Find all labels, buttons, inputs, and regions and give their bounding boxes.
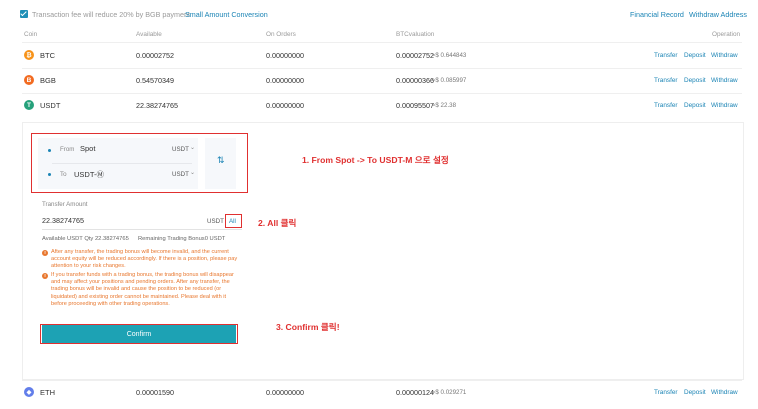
top-bar: Transaction fee will reduce 20% by BGB p… (0, 0, 758, 28)
annotation-box-step1 (31, 133, 248, 193)
available-value: 0.54570349 (136, 76, 174, 85)
coin-name: USDT (40, 101, 61, 110)
amount-unit: USDT (207, 218, 224, 225)
btc-value: 0.00000366 (396, 76, 434, 85)
available-value: 0.00001590 (136, 388, 174, 397)
btc-value: 0.00000124 (396, 388, 434, 397)
withdraw-link[interactable]: Withdraw (711, 102, 738, 109)
fee-checkbox[interactable] (20, 10, 28, 18)
annotation-box-step2 (225, 214, 242, 228)
btc-value: 0.00002752 (396, 51, 434, 60)
withdraw-link[interactable]: Withdraw (711, 52, 738, 59)
bgb-icon: B (24, 75, 34, 85)
warning-icon: ! (42, 250, 48, 256)
fee-notice: Transaction fee will reduce 20% by BGB p… (32, 10, 190, 19)
input-underline (42, 229, 242, 230)
deposit-link[interactable]: Deposit (684, 102, 706, 109)
usdt-icon: T (24, 100, 34, 110)
usd-value: ≈$ 0.644843 (432, 52, 467, 59)
eth-icon: ◆ (24, 387, 34, 397)
annotation-step2: 2. All 클릭 (258, 218, 297, 228)
divider (22, 68, 742, 69)
withdraw-link[interactable]: Withdraw (711, 389, 738, 396)
remaining-bonus: Remaining Trading Bonus0 USDT (138, 236, 226, 242)
coin-name: ETH (40, 388, 55, 397)
divider (22, 93, 742, 94)
on-orders-value: 0.00000000 (266, 51, 304, 60)
header-coin: Coin (24, 31, 38, 38)
usd-value: ≈$ 0.029271 (432, 389, 467, 396)
deposit-link[interactable]: Deposit (684, 389, 706, 396)
table-row: B BGB 0.54570349 0.00000000 0.00000366 ≈… (0, 71, 758, 91)
table-row: ₿ BTC 0.00002752 0.00000000 0.00002752 ≈… (0, 46, 758, 66)
transfer-link[interactable]: Transfer (654, 77, 678, 84)
transfer-amount-label: Transfer Amount (42, 201, 88, 208)
available-qty: Available USDT Qty 22.38274765 (42, 236, 129, 242)
warning-text-1: After any transfer, the trading bonus wi… (51, 249, 238, 270)
transfer-link[interactable]: Transfer (654, 102, 678, 109)
annotation-step3: 3. Confirm 클릭! (276, 322, 340, 332)
divider (22, 380, 742, 381)
header-on-orders: On Orders (266, 31, 296, 38)
usd-value: ≈$ 0.085997 (432, 77, 467, 84)
annotation-step1: 1. From Spot -> To USDT-M 으로 설정 (302, 155, 449, 165)
header-operation: Operation (712, 31, 741, 38)
coin-name: BTC (40, 51, 55, 60)
deposit-link[interactable]: Deposit (684, 77, 706, 84)
header-btc-valuation: BTCvaluation (396, 31, 435, 38)
coin-name: BGB (40, 76, 56, 85)
table-row: T USDT 22.38274765 0.00000000 0.00095507… (0, 96, 758, 116)
divider (22, 42, 742, 43)
warning-text-2: If you transfer funds with a trading bon… (51, 272, 234, 307)
btc-value: 0.00095507 (396, 101, 434, 110)
on-orders-value: 0.00000000 (266, 76, 304, 85)
annotation-box-step3 (40, 324, 238, 344)
table-row: ◆ ETH 0.00001590 0.00000000 0.00000124 ≈… (0, 383, 758, 403)
withdraw-link[interactable]: Withdraw (711, 77, 738, 84)
transfer-link[interactable]: Transfer (654, 52, 678, 59)
transfer-amount-input[interactable]: 22.38274765 (42, 216, 84, 225)
financial-record-link[interactable]: Financial Record (630, 10, 684, 19)
withdraw-address-link[interactable]: Withdraw Address (689, 10, 747, 19)
header-available: Available (136, 31, 162, 38)
deposit-link[interactable]: Deposit (684, 52, 706, 59)
transfer-link[interactable]: Transfer (654, 389, 678, 396)
small-amount-conversion-link[interactable]: Small Amount Conversion (185, 10, 268, 19)
on-orders-value: 0.00000000 (266, 101, 304, 110)
on-orders-value: 0.00000000 (266, 388, 304, 397)
available-value: 0.00002752 (136, 51, 174, 60)
available-value: 22.38274765 (136, 101, 178, 110)
warning-icon: ! (42, 273, 48, 279)
btc-icon: ₿ (24, 50, 34, 60)
usd-value: ≈$ 22.38 (432, 102, 457, 109)
